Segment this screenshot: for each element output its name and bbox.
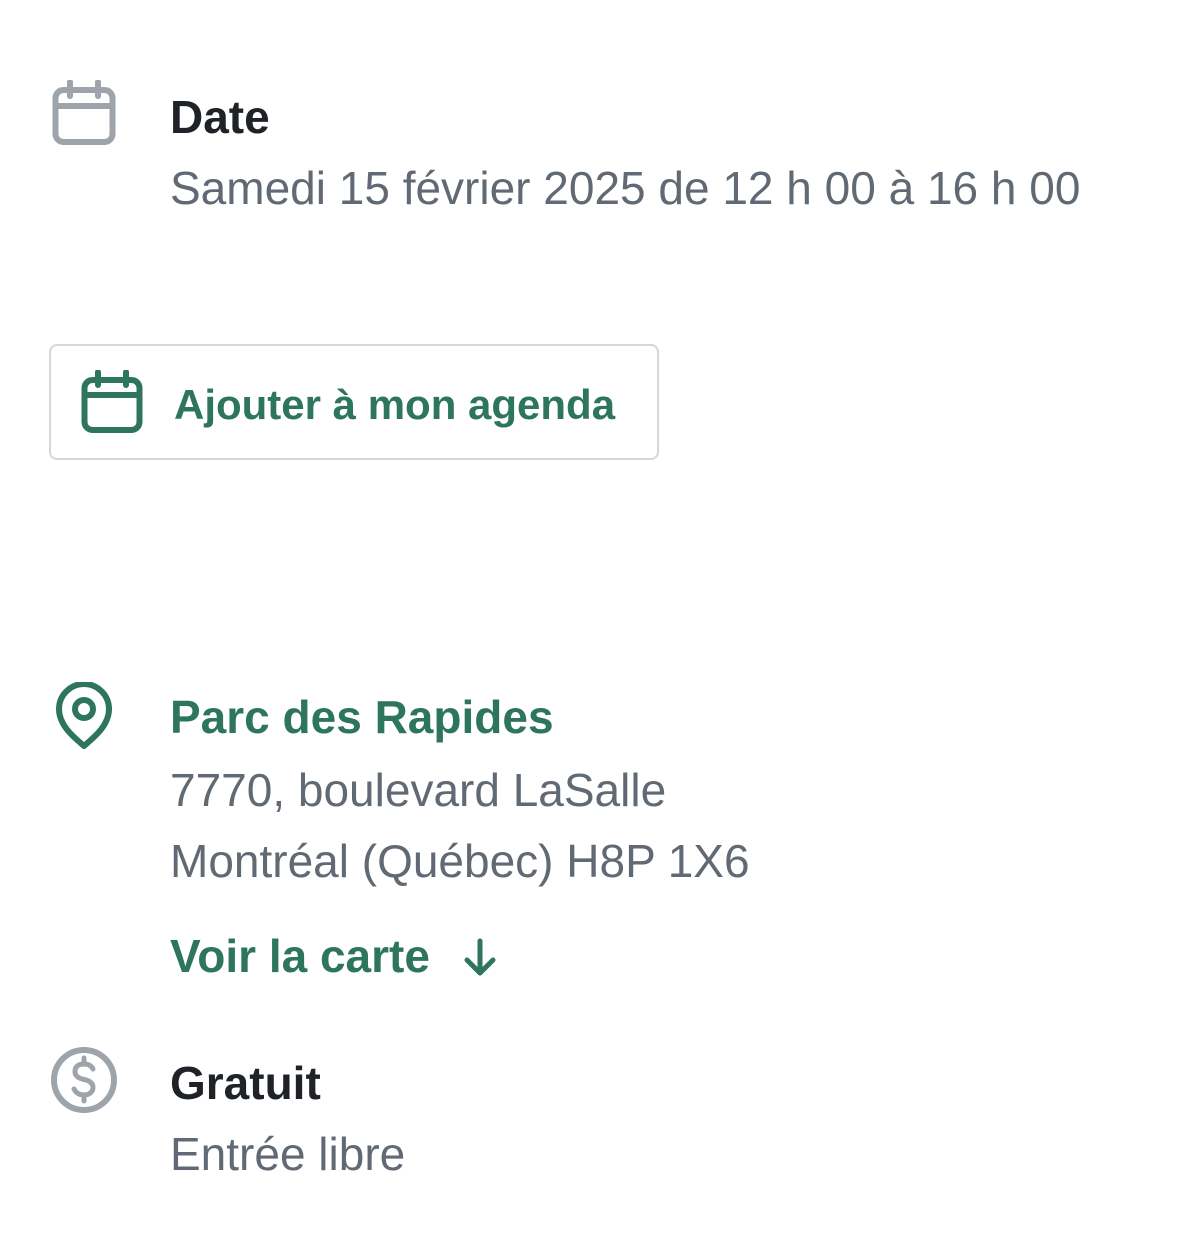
add-to-calendar-button[interactable]: Ajouter à mon agenda bbox=[49, 344, 659, 460]
calendar-icon bbox=[52, 80, 116, 145]
date-title: Date bbox=[170, 91, 270, 143]
arrow-down-icon bbox=[464, 938, 496, 976]
address-line-2: Montréal (Québec) H8P 1X6 bbox=[170, 835, 750, 887]
dollar-circle-icon bbox=[51, 1047, 117, 1113]
map-pin-icon bbox=[56, 682, 112, 749]
price-title: Gratuit bbox=[170, 1057, 321, 1109]
view-map-label: Voir la carte bbox=[170, 930, 430, 982]
calendar-icon bbox=[81, 370, 143, 433]
add-to-calendar-label: Ajouter à mon agenda bbox=[174, 381, 616, 428]
date-value: Samedi 15 février 2025 de 12 h 00 à 16 h… bbox=[170, 162, 1081, 214]
location-name: Parc des Rapides bbox=[170, 691, 554, 743]
view-map-link[interactable]: Voir la carte bbox=[170, 933, 498, 981]
address-line-1: 7770, boulevard LaSalle bbox=[170, 764, 667, 816]
price-value: Entrée libre bbox=[170, 1128, 406, 1180]
